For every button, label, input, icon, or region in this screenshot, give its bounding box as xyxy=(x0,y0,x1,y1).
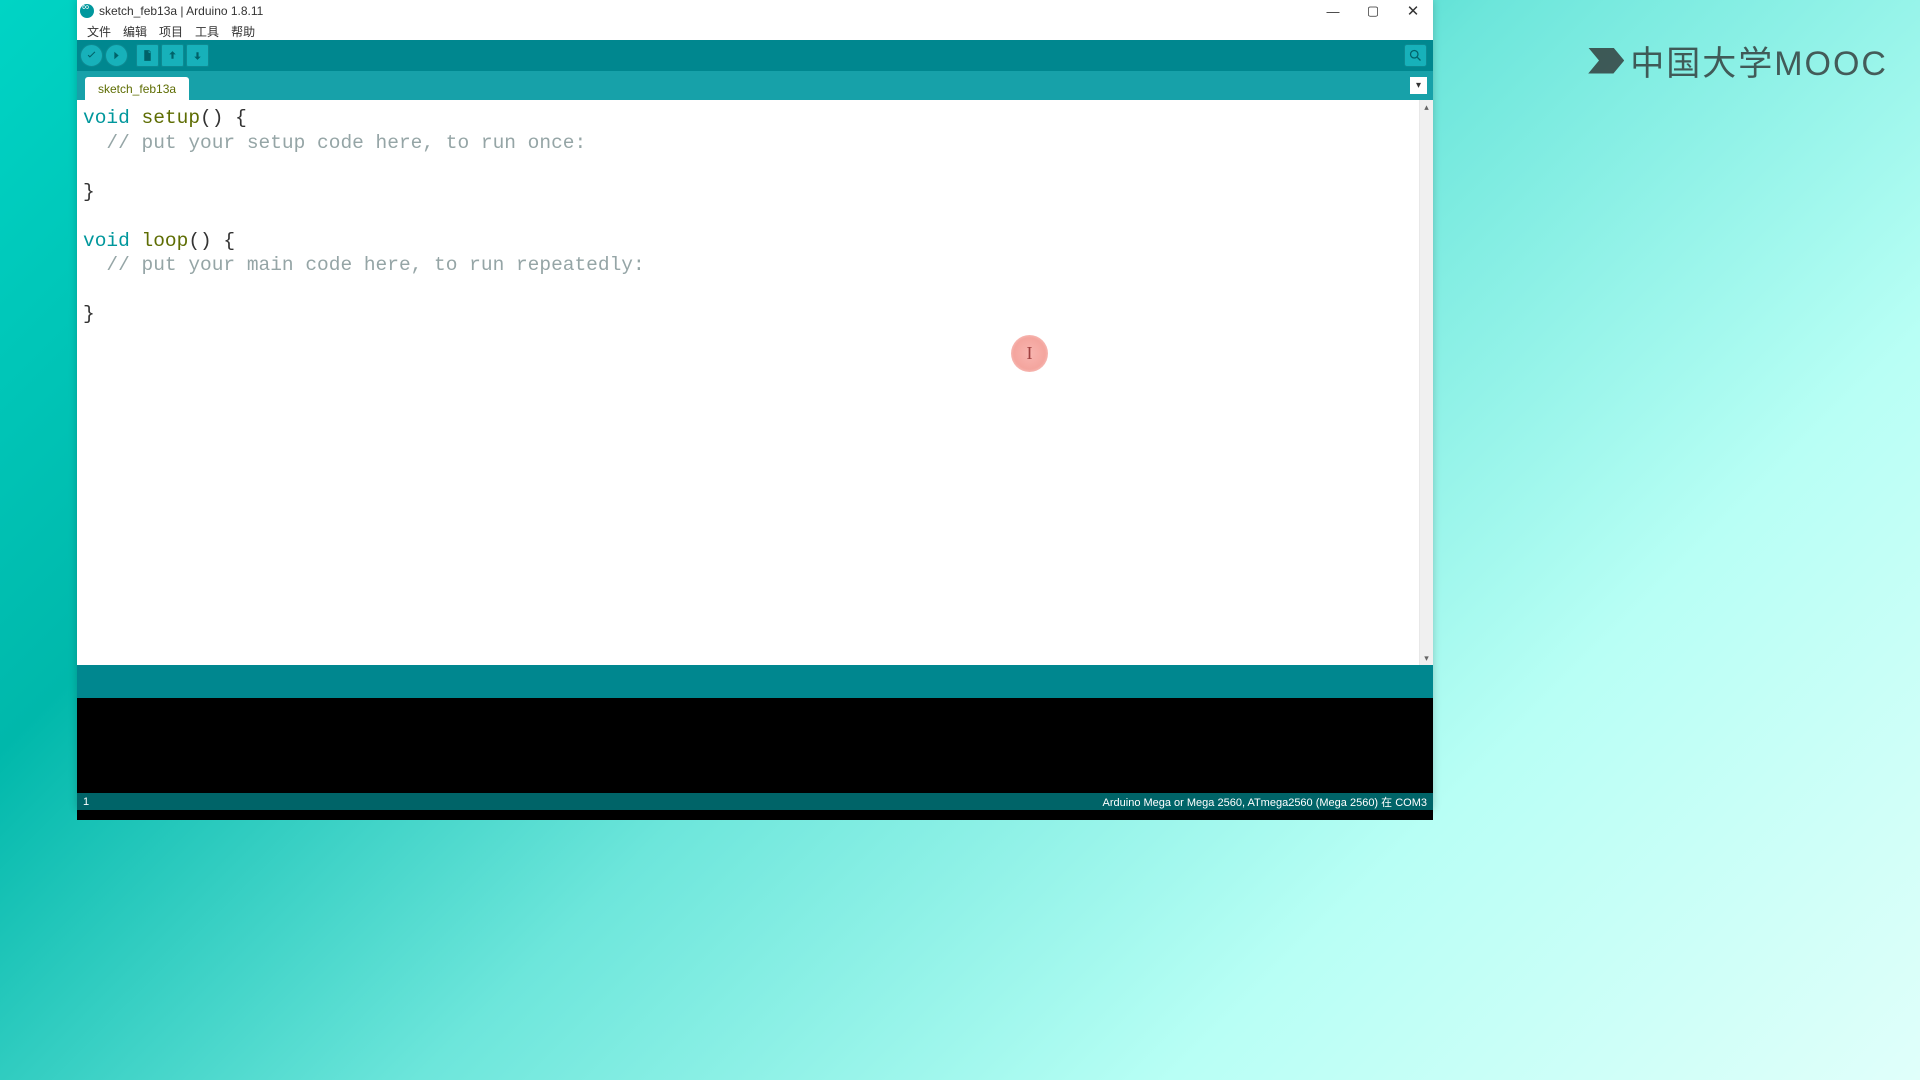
comment-loop: // put your main code here, to run repea… xyxy=(83,254,645,276)
minimize-button[interactable]: — xyxy=(1313,0,1353,22)
watermark-icon xyxy=(1588,48,1624,74)
message-bar xyxy=(77,665,1433,698)
sketch-tab[interactable]: sketch_feb13a xyxy=(85,77,189,100)
verify-button[interactable] xyxy=(80,44,103,67)
open-sketch-button[interactable] xyxy=(161,44,184,67)
serial-monitor-button[interactable] xyxy=(1404,44,1427,67)
watermark-text: 中国大学MOOC xyxy=(1630,36,1888,85)
editor-scrollbar[interactable]: ▴ ▾ xyxy=(1419,100,1433,665)
menu-bar: 文件 编辑 项目 工具 帮助 xyxy=(77,22,1433,40)
parens-open: () { xyxy=(188,230,235,252)
console-output[interactable] xyxy=(77,698,1433,793)
scroll-up-icon[interactable]: ▴ xyxy=(1420,100,1433,114)
brace-close-2: } xyxy=(83,303,95,325)
title-bar: sketch_feb13a | Arduino 1.8.11 — ▢ ✕ xyxy=(77,0,1433,22)
menu-help[interactable]: 帮助 xyxy=(225,23,261,40)
arduino-ide-window: sketch_feb13a | Arduino 1.8.11 — ▢ ✕ 文件 … xyxy=(77,0,1433,810)
recording-cursor-icon: I xyxy=(1011,335,1048,372)
comment-setup: // put your setup code here, to run once… xyxy=(83,132,586,154)
arduino-logo-icon xyxy=(80,4,94,18)
tab-menu-button[interactable]: ▾ xyxy=(1410,77,1427,94)
maximize-button[interactable]: ▢ xyxy=(1353,0,1393,22)
board-port-info: Arduino Mega or Mega 2560, ATmega2560 (M… xyxy=(1103,794,1427,810)
status-bar: 1 Arduino Mega or Mega 2560, ATmega2560 … xyxy=(77,793,1433,810)
keyword-void: void xyxy=(83,230,130,252)
magnifier-icon xyxy=(1408,48,1423,63)
brace-close-1: } xyxy=(83,181,95,203)
code-editor[interactable]: void setup() { // put your setup code he… xyxy=(77,100,1433,665)
menu-sketch[interactable]: 项目 xyxy=(153,23,189,40)
window-title: sketch_feb13a | Arduino 1.8.11 xyxy=(99,4,263,18)
line-number: 1 xyxy=(83,796,89,808)
arrow-right-icon xyxy=(110,49,123,62)
menu-edit[interactable]: 编辑 xyxy=(117,23,153,40)
watermark: 中国大学MOOC xyxy=(1588,36,1888,85)
toolbar xyxy=(77,40,1433,71)
parens-open: () { xyxy=(200,107,247,129)
arrow-up-icon xyxy=(166,49,179,62)
func-loop: loop xyxy=(142,230,189,252)
menu-file[interactable]: 文件 xyxy=(81,23,117,40)
scroll-down-icon[interactable]: ▾ xyxy=(1420,651,1433,665)
keyword-void: void xyxy=(83,107,130,129)
taskbar-hint xyxy=(77,810,1433,820)
tab-strip: sketch_feb13a ▾ xyxy=(77,71,1433,100)
func-setup: setup xyxy=(142,107,201,129)
save-sketch-button[interactable] xyxy=(186,44,209,67)
new-sketch-button[interactable] xyxy=(136,44,159,67)
editor-text[interactable]: void setup() { // put your setup code he… xyxy=(77,100,1433,327)
arrow-down-icon xyxy=(191,49,204,62)
close-button[interactable]: ✕ xyxy=(1393,0,1433,22)
upload-button[interactable] xyxy=(105,44,128,67)
menu-tools[interactable]: 工具 xyxy=(189,23,225,40)
file-icon xyxy=(141,49,154,62)
check-icon xyxy=(85,49,98,62)
